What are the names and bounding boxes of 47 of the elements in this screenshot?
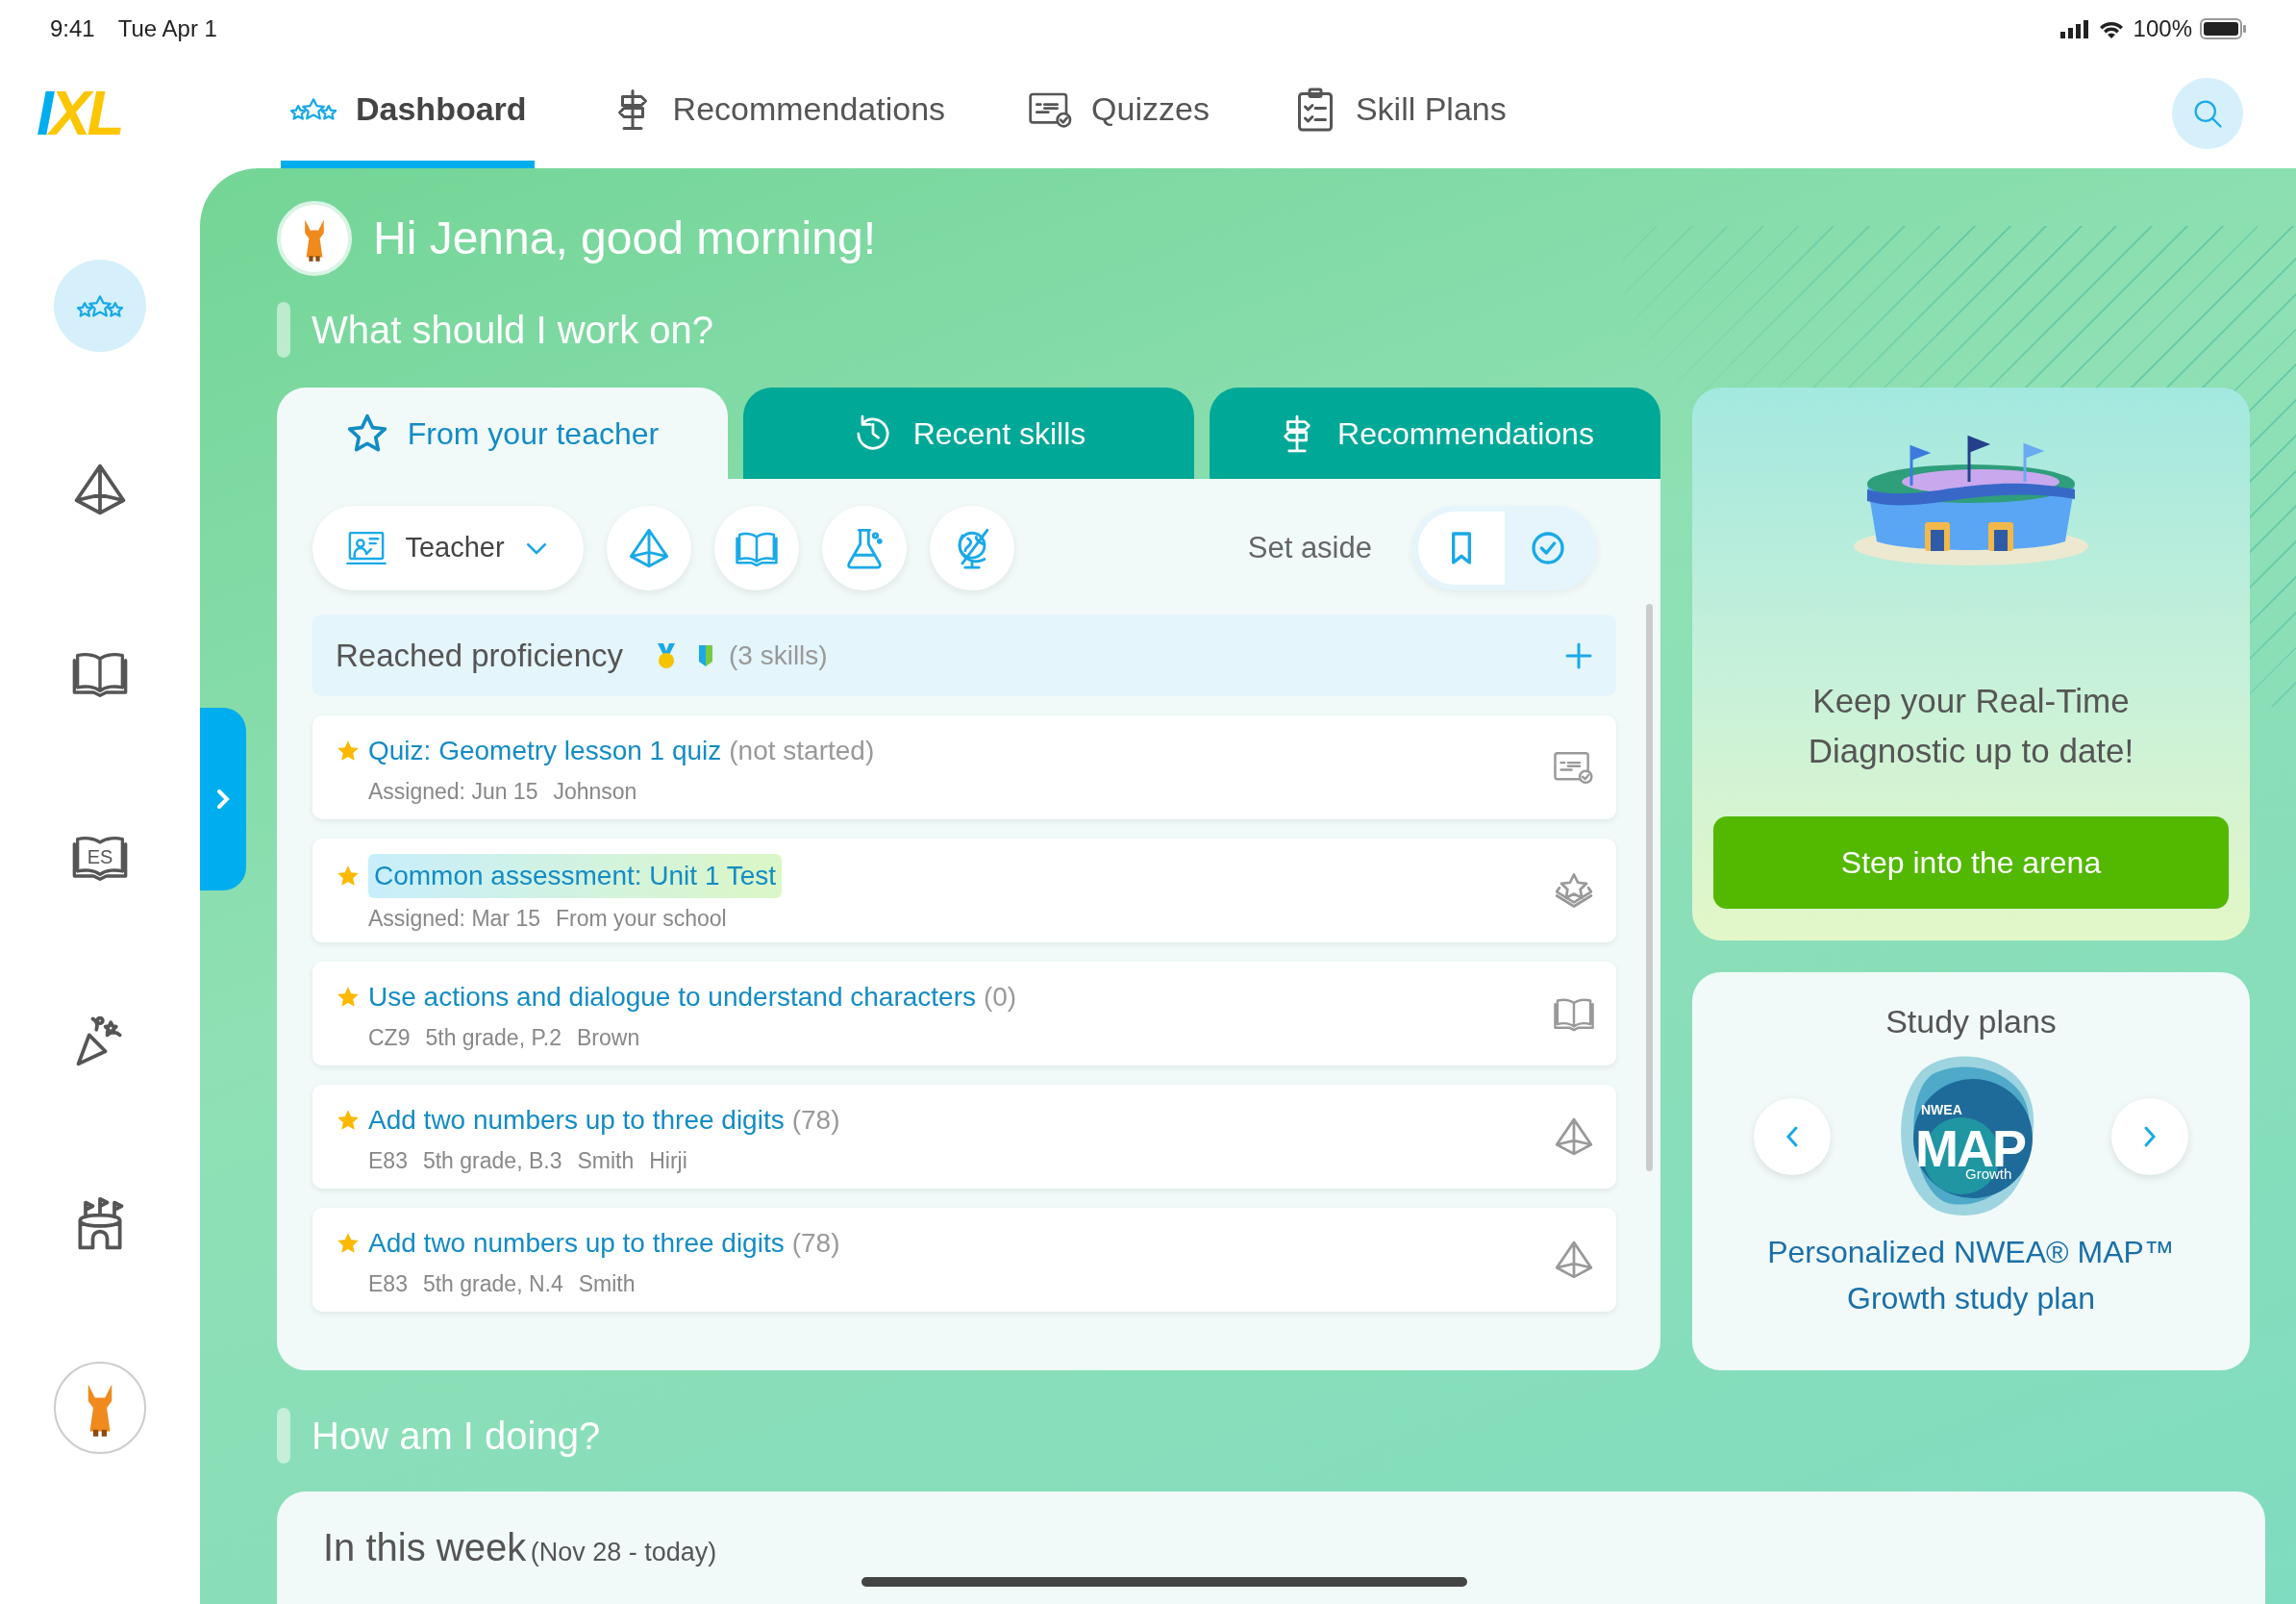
skill-meta: E83: [368, 1270, 408, 1298]
skill-link[interactable]: Add two numbers up to three digits: [368, 1223, 785, 1264]
diagnostic-message: Keep your Real-Time Diagnostic up to date!: [1807, 681, 2135, 771]
nav-tab[interactable]: Skill Plans: [1284, 58, 1514, 168]
nav-tab[interactable]: Quizzes: [1020, 58, 1217, 168]
skill-meta: Smith: [577, 1147, 635, 1175]
study-plan-link[interactable]: Personalized NWEA® MAP™ Growth study plan: [1745, 1229, 2197, 1321]
nav-tab[interactable]: Recommendations: [601, 58, 954, 168]
content-tab[interactable]: Recommendations: [1210, 388, 1660, 479]
set-aside-label: Set aside: [1247, 529, 1372, 566]
skill-meta: Assigned: Mar 15: [368, 905, 540, 933]
section-title: How am I doing?: [312, 1414, 601, 1459]
content-tab[interactable]: Recent skills: [743, 388, 1194, 479]
skill-meta: Brown: [577, 1024, 640, 1052]
teacher-dropdown[interactable]: Teacher: [312, 506, 584, 590]
week-title: In this week: [323, 1526, 527, 1568]
skill-link[interactable]: Use actions and dialogue to understand characters: [368, 977, 976, 1017]
skill-meta: 5th grade, B.3: [422, 1147, 562, 1175]
skill-link[interactable]: Quiz: Geometry lesson 1 quiz: [368, 731, 722, 771]
logo: IXL: [36, 77, 122, 150]
skill-link[interactable]: Common assessment: Unit 1 Test: [368, 854, 783, 898]
content-tab[interactable]: From your teacher: [277, 388, 728, 479]
skill-meta: E83: [368, 1147, 408, 1175]
skill-count: (3 skills): [729, 639, 828, 672]
skill-note: (78): [791, 1227, 840, 1260]
skill-note: (78): [791, 1104, 840, 1137]
skill-meta: From your school: [556, 905, 727, 933]
skill-meta: Assigned: Jun 15: [368, 778, 538, 806]
skill-note: (not started): [729, 735, 875, 767]
arena-button[interactable]: Step into the arena: [1713, 816, 2229, 909]
group-title: Reached proficiency: [336, 636, 623, 675]
skill-meta: CZ9: [368, 1024, 411, 1052]
skill-meta: Hirji: [649, 1147, 687, 1175]
study-plans-title: Study plans: [1884, 1002, 2058, 1041]
week-range: (Nov 28 - today): [530, 1538, 717, 1566]
section-title: What should I work on?: [312, 308, 713, 353]
skill-meta: Smith: [578, 1270, 636, 1298]
status-date: Tue Apr 1: [117, 14, 217, 43]
skill-meta: 5th grade, N.4: [422, 1270, 563, 1298]
status-time: 9:41: [50, 14, 95, 43]
sidebar-item[interactable]: ES: [54, 811, 146, 903]
battery-percent: 100%: [2133, 14, 2192, 43]
greeting-text: Hi Jenna, good morning!: [373, 212, 876, 265]
skill-meta: Johnson: [553, 778, 637, 806]
skill-note: (0): [983, 981, 1017, 1014]
skill-meta: 5th grade, P.2: [425, 1024, 562, 1052]
skill-link[interactable]: Add two numbers up to three digits: [368, 1100, 785, 1140]
